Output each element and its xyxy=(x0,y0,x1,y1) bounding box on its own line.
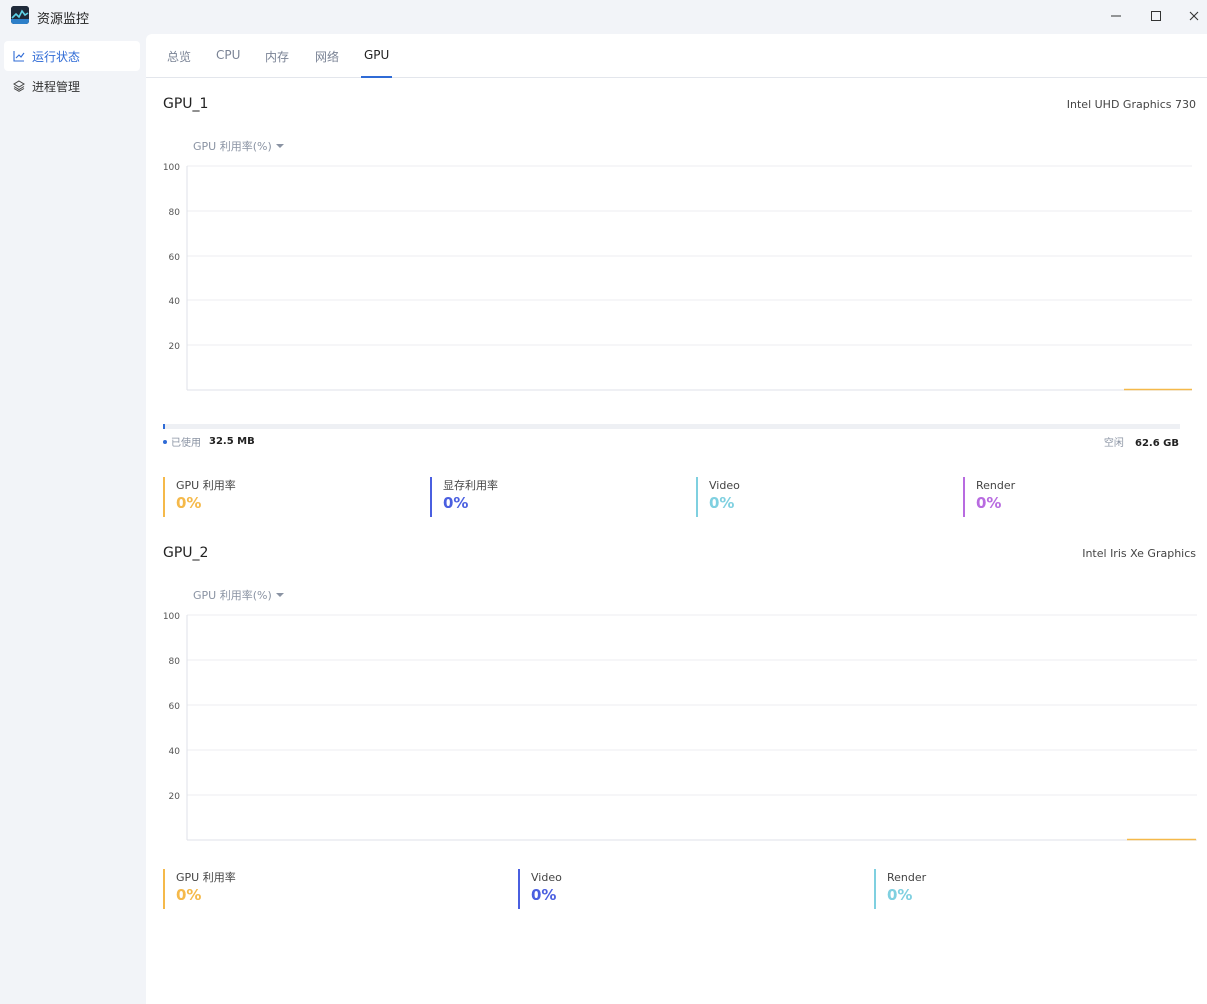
stat-label: Render xyxy=(976,479,1016,492)
stat-label: 显存利用率 xyxy=(443,479,498,492)
gpu-1-chart: 100 80 60 40 20 xyxy=(163,163,1192,391)
memory-free-value: 62.6 GB xyxy=(1135,438,1179,449)
gpu-1-memory-used: 已使用 32.5 MB xyxy=(163,434,255,449)
y-tick-label: 80 xyxy=(169,208,181,218)
sidebar-item-label: 运行状态 xyxy=(32,49,81,64)
maximize-icon xyxy=(1151,11,1161,21)
gpu-1-stat-gpu-util: GPU 利用率 0% xyxy=(163,477,236,517)
caret-down-icon xyxy=(275,593,284,597)
gpu-1-memory-free: 空闲 62.6 GB xyxy=(1104,434,1179,449)
maximize-button[interactable] xyxy=(1143,5,1169,27)
gpu-2-stat-render: Render 0% xyxy=(874,869,926,909)
gpu-2-model: Intel Iris Xe Graphics xyxy=(1082,547,1196,560)
gpu-1-stat-video: Video 0% xyxy=(696,477,740,517)
sidebar: 运行状态 进程管理 xyxy=(0,34,146,1004)
tab-cpu[interactable]: CPU xyxy=(216,48,240,78)
layers-icon xyxy=(12,79,26,93)
y-tick-label: 80 xyxy=(169,657,181,667)
gpu-1-stat-render: Render 0% xyxy=(963,477,1015,517)
gpu-1-memory-bar xyxy=(163,424,1180,429)
stat-value: 0% xyxy=(443,494,469,512)
y-tick-label: 40 xyxy=(169,297,181,307)
stat-value: 0% xyxy=(176,494,202,512)
stat-label: GPU 利用率 xyxy=(176,871,236,884)
metric-dropdown-label: GPU 利用率(%) xyxy=(193,140,272,153)
used-dot-icon xyxy=(163,439,167,444)
y-tick-label: 20 xyxy=(169,792,181,802)
sidebar-item-processes[interactable]: 进程管理 xyxy=(4,71,140,101)
tab-overview[interactable]: 总览 xyxy=(167,48,191,78)
stat-label: Render xyxy=(887,871,927,884)
y-tick-label: 60 xyxy=(169,253,181,263)
stat-value: 0% xyxy=(531,886,557,904)
memory-free-label: 空闲 xyxy=(1103,438,1124,449)
stat-value: 0% xyxy=(976,494,1002,512)
y-tick-label: 20 xyxy=(169,342,181,352)
y-tick-label: 100 xyxy=(163,163,180,173)
gpu-2-title: GPU_2 xyxy=(163,545,209,561)
main-panel: 总览 CPU 内存 网络 GPU GPU_1 Intel UHD Graphic… xyxy=(146,34,1207,1004)
memory-bar-fill xyxy=(163,424,165,429)
stat-value: 0% xyxy=(887,886,913,904)
memory-used-value: 32.5 MB xyxy=(209,436,255,447)
y-tick-label: 100 xyxy=(163,612,180,622)
stat-label: GPU 利用率 xyxy=(176,479,236,492)
gpu-2-stat-video: Video 0% xyxy=(518,869,562,909)
y-tick-label: 60 xyxy=(169,702,181,712)
minimize-button[interactable] xyxy=(1103,5,1129,27)
sidebar-item-status[interactable]: 运行状态 xyxy=(4,41,140,71)
gpu-2-metric-dropdown[interactable]: GPU 利用率(%) xyxy=(193,587,284,603)
stat-value: 0% xyxy=(176,886,202,904)
stat-value: 0% xyxy=(709,494,735,512)
close-icon xyxy=(1189,11,1199,21)
app-title: 资源监控 xyxy=(37,12,90,27)
gpu-2-stat-gpu-util: GPU 利用率 0% xyxy=(163,869,236,909)
sidebar-item-label: 进程管理 xyxy=(32,79,81,94)
tab-memory[interactable]: 内存 xyxy=(265,48,289,78)
stat-label: Video xyxy=(531,871,562,884)
caret-down-icon xyxy=(275,144,284,148)
metric-dropdown-label: GPU 利用率(%) xyxy=(193,589,272,602)
line-chart-icon xyxy=(12,49,26,63)
title-bar: 资源监控 xyxy=(0,0,1207,34)
memory-used-label: 已使用 xyxy=(171,438,201,449)
stat-label: Video xyxy=(709,479,740,492)
tab-gpu[interactable]: GPU xyxy=(361,48,393,78)
minimize-icon xyxy=(1111,15,1121,17)
close-button[interactable] xyxy=(1181,5,1207,27)
tab-network[interactable]: 网络 xyxy=(315,48,339,78)
app-logo-icon xyxy=(11,6,29,24)
gpu-1-stat-vram-util: 显存利用率 0% xyxy=(430,477,498,517)
gpu-1-title: GPU_1 xyxy=(163,96,209,112)
y-tick-label: 40 xyxy=(169,747,181,757)
gpu-2-chart: 100 80 60 40 20 xyxy=(163,612,1197,841)
tab-bar: 总览 CPU 内存 网络 GPU xyxy=(146,34,1207,78)
gpu-1-model: Intel UHD Graphics 730 xyxy=(1066,98,1196,111)
gpu-1-metric-dropdown[interactable]: GPU 利用率(%) xyxy=(193,138,284,154)
